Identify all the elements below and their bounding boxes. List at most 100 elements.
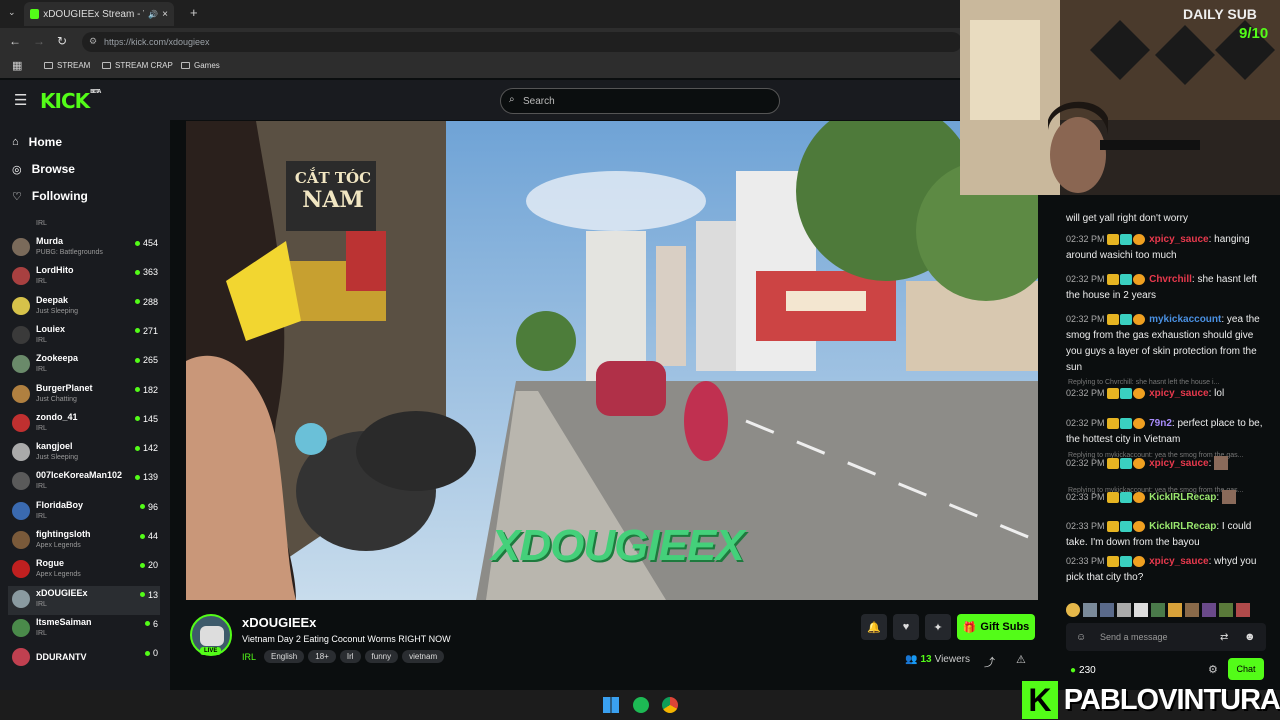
- chat-message[interactable]: 02:33 PM KickIRLRecap:: [1066, 489, 1271, 506]
- channel-category: IRL: [36, 512, 47, 520]
- sidebar-item-browse[interactable]: ◎ Browse: [12, 162, 75, 176]
- emote-icon[interactable]: [1151, 603, 1165, 617]
- spotify-icon[interactable]: [633, 697, 649, 713]
- reload-icon[interactable]: ↻: [57, 34, 67, 48]
- chat-message[interactable]: 02:33 PM xpicy_sauce: whyd you pick that…: [1066, 553, 1271, 586]
- sub-badge-icon: [1120, 387, 1133, 399]
- chrome-icon[interactable]: [662, 697, 678, 713]
- gift-subs-button[interactable]: 🎁 Gift Subs: [957, 614, 1035, 640]
- emote-icon[interactable]: [1185, 603, 1199, 617]
- emote-icon[interactable]: [1168, 603, 1182, 617]
- sidebar-channel[interactable]: Murda PUBG: Battlegrounds 454: [8, 234, 160, 263]
- apps-grid-icon[interactable]: ▦: [12, 59, 22, 72]
- chat-message[interactable]: 02:32 PM xpicy_sauce: lol: [1066, 385, 1271, 402]
- chat-timestamp: 02:32 PM: [1066, 458, 1105, 468]
- chat-send-button[interactable]: Chat: [1228, 658, 1264, 680]
- site-info-icon[interactable]: ⚙: [89, 36, 97, 47]
- sidebar-channel[interactable]: Deepak Just Sleeping 288: [8, 293, 160, 322]
- sidebar-channel[interactable]: Rogue Apex Legends 20: [8, 556, 160, 585]
- emote-icon[interactable]: [1236, 603, 1250, 617]
- report-icon[interactable]: ⚠: [1016, 653, 1026, 666]
- sidebar-channel[interactable]: 007IceKoreaMan102 IRL 139: [8, 468, 160, 497]
- gift-badge-icon: [1133, 387, 1146, 399]
- bookmark-stream-crap[interactable]: STREAM CRAP: [102, 61, 173, 70]
- sidebar-channel[interactable]: BurgerPlanet Just Chatting 182: [8, 381, 160, 410]
- translate-icon[interactable]: ⇄: [1220, 630, 1228, 646]
- sidebar-channel[interactable]: FloridaBoy IRL 96: [8, 498, 160, 527]
- search-input[interactable]: ⌕ Search: [500, 88, 780, 114]
- folder-icon: [181, 62, 190, 69]
- sidebar-channel[interactable]: Louiex IRL 271: [8, 322, 160, 351]
- sidebar-item-home[interactable]: ⌂ Home: [12, 135, 62, 149]
- sidebar-item-following[interactable]: ♡ Following: [12, 189, 88, 203]
- channel-viewers: 145: [134, 414, 158, 424]
- browser-tab[interactable]: xDOUGIEEx Stream - Watch 🔊 ×: [24, 2, 174, 26]
- bell-icon: 🔔: [867, 621, 881, 634]
- tab-list-icon[interactable]: ⌄: [8, 7, 16, 18]
- live-dot-icon: [139, 504, 145, 510]
- points-icon: ●: [1070, 665, 1077, 676]
- emote-icon[interactable]: [1134, 603, 1148, 617]
- tag-vietnam[interactable]: vietnam: [402, 650, 445, 663]
- chat-username[interactable]: mykickaccount: [1149, 314, 1221, 325]
- chat-username[interactable]: 79n2: [1149, 418, 1172, 429]
- chat-settings-icon[interactable]: ⚙: [1208, 662, 1218, 678]
- sidebar-channel[interactable]: ItsmeSaiman IRL 6: [8, 615, 160, 644]
- new-tab-icon[interactable]: +: [190, 5, 198, 20]
- tag-18plus[interactable]: 18+: [308, 650, 336, 663]
- points-display[interactable]: ● 230: [1070, 663, 1096, 679]
- clip-button[interactable]: ✦: [925, 614, 951, 640]
- tag-funny[interactable]: funny: [364, 650, 399, 663]
- sidebar-channel[interactable]: Zookeepa IRL 265: [8, 351, 160, 380]
- emote-icon[interactable]: [1100, 603, 1114, 617]
- chat-username[interactable]: xpicy_sauce: [1149, 556, 1209, 567]
- url-field[interactable]: ⚙ https://kick.com/xdougieex: [82, 32, 962, 52]
- chat-message[interactable]: 02:32 PM mykickaccount: yea the smog fro…: [1066, 311, 1271, 376]
- chat-message[interactable]: 02:33 PM KickIRLRecap: I could take. I'm…: [1066, 518, 1271, 551]
- emote-icon[interactable]: [1066, 603, 1080, 617]
- emote-icon[interactable]: [1202, 603, 1216, 617]
- channel-name: Zookeepa: [36, 353, 79, 364]
- chat-username[interactable]: KickIRLRecap: [1149, 492, 1216, 503]
- emote-icon[interactable]: [1219, 603, 1233, 617]
- sidebar-channel[interactable]: DDURANTV 0: [8, 644, 160, 673]
- sidebar-channel[interactable]: fightingsloth Apex Legends 44: [8, 527, 160, 556]
- emote-icon[interactable]: [1117, 603, 1131, 617]
- speaker-icon[interactable]: 🔊: [148, 10, 158, 19]
- video-player[interactable]: CẮT TÓC NAM XDOUGIEEX: [186, 121, 1038, 600]
- sub-badge-icon: [1120, 555, 1133, 567]
- emoji-icon[interactable]: ☻: [1244, 629, 1256, 645]
- sidebar-channel[interactable]: kangjoel Just Sleeping 142: [8, 439, 160, 468]
- chat-message[interactable]: 02:32 PM Chvrchill: she hasnt left the h…: [1066, 271, 1271, 304]
- chat-username[interactable]: KickIRLRecap: [1149, 521, 1216, 532]
- bookmark-stream[interactable]: STREAM: [44, 61, 90, 70]
- chat-message[interactable]: 02:32 PM xpicy_sauce: hanging around was…: [1066, 231, 1271, 264]
- tag-english[interactable]: English: [264, 650, 305, 663]
- forward-icon[interactable]: →: [33, 34, 45, 48]
- hamburger-menu-icon[interactable]: ☰: [14, 91, 27, 109]
- share-icon[interactable]: ⤴: [984, 654, 995, 670]
- follow-button[interactable]: ♥: [893, 614, 919, 640]
- chat-username[interactable]: xpicy_sauce: [1149, 388, 1209, 399]
- sidebar-channel[interactable]: zondo_41 IRL 145: [8, 410, 160, 439]
- chat-username[interactable]: xpicy_sauce: [1149, 458, 1209, 469]
- chat-username[interactable]: Chvrchill: [1149, 274, 1192, 285]
- chat-message[interactable]: 02:32 PM 79n2: perfect place to be, the …: [1066, 415, 1271, 448]
- close-tab-icon[interactable]: ×: [162, 9, 168, 20]
- tag-irl[interactable]: Irl: [339, 650, 361, 663]
- notification-bell-button[interactable]: 🔔: [861, 614, 887, 640]
- sidebar-channel[interactable]: xDOUGIEEx IRL 13: [8, 585, 160, 615]
- chat-username[interactable]: xpicy_sauce: [1149, 234, 1209, 245]
- chat-message-input[interactable]: ☺ Send a message ⇄ ☻: [1066, 623, 1266, 651]
- tab-title: xDOUGIEEx Stream - Watch: [43, 8, 144, 20]
- windows-start-icon[interactable]: [603, 697, 619, 713]
- kick-logo[interactable]: KICKBETA: [40, 89, 101, 113]
- channel-name[interactable]: xDOUGIEEx: [242, 615, 316, 630]
- chat-message[interactable]: 02:32 PM xpicy_sauce:: [1066, 455, 1271, 472]
- folder-icon: [44, 62, 53, 69]
- back-icon[interactable]: ←: [9, 34, 21, 48]
- category-link[interactable]: IRL: [242, 652, 256, 662]
- sidebar-channel[interactable]: LordHito IRL 363: [8, 263, 160, 292]
- emote-icon[interactable]: [1083, 603, 1097, 617]
- bookmark-games[interactable]: Games: [181, 61, 220, 70]
